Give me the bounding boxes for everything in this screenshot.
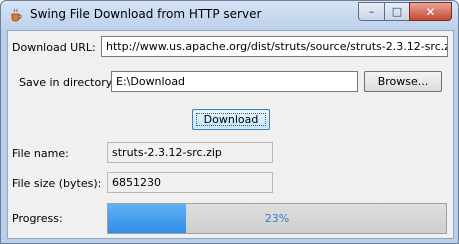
- maximize-button[interactable]: □: [384, 2, 409, 21]
- minimize-button[interactable]: –: [358, 2, 384, 21]
- filesize-label: File size (bytes):: [12, 177, 102, 190]
- minimize-icon: –: [368, 5, 375, 18]
- url-label: Download URL:: [12, 41, 96, 54]
- url-input[interactable]: http://www.us.apache.org/dist/struts/sou…: [101, 36, 448, 57]
- filename-label: File name:: [12, 147, 69, 160]
- directory-label: Save in directory:: [19, 76, 116, 89]
- focus-ring: [196, 113, 266, 126]
- window-controls: – □ ✕: [358, 2, 452, 21]
- title-bar[interactable]: Swing File Download from HTTP server – □…: [1, 1, 458, 29]
- directory-input[interactable]: E:\Download: [111, 71, 358, 92]
- close-button[interactable]: ✕: [409, 2, 452, 21]
- progress-label: Progress:: [12, 212, 63, 225]
- window-title: Swing File Download from HTTP server: [30, 7, 262, 21]
- download-button[interactable]: Download: [192, 109, 270, 130]
- progress-text: 23%: [264, 212, 290, 225]
- filename-field: struts-2.3.12-src.zip: [107, 142, 273, 163]
- java-cup-icon: [11, 8, 22, 22]
- browse-button[interactable]: Browse...: [364, 71, 442, 92]
- filesize-field: 6851230: [107, 172, 273, 193]
- content-panel: Download URL: http://www.us.apache.org/d…: [7, 30, 454, 239]
- app-window: Swing File Download from HTTP server – □…: [0, 0, 459, 244]
- maximize-icon: □: [391, 5, 403, 18]
- progress-bar: 23%: [107, 203, 447, 234]
- close-icon: ✕: [425, 4, 436, 19]
